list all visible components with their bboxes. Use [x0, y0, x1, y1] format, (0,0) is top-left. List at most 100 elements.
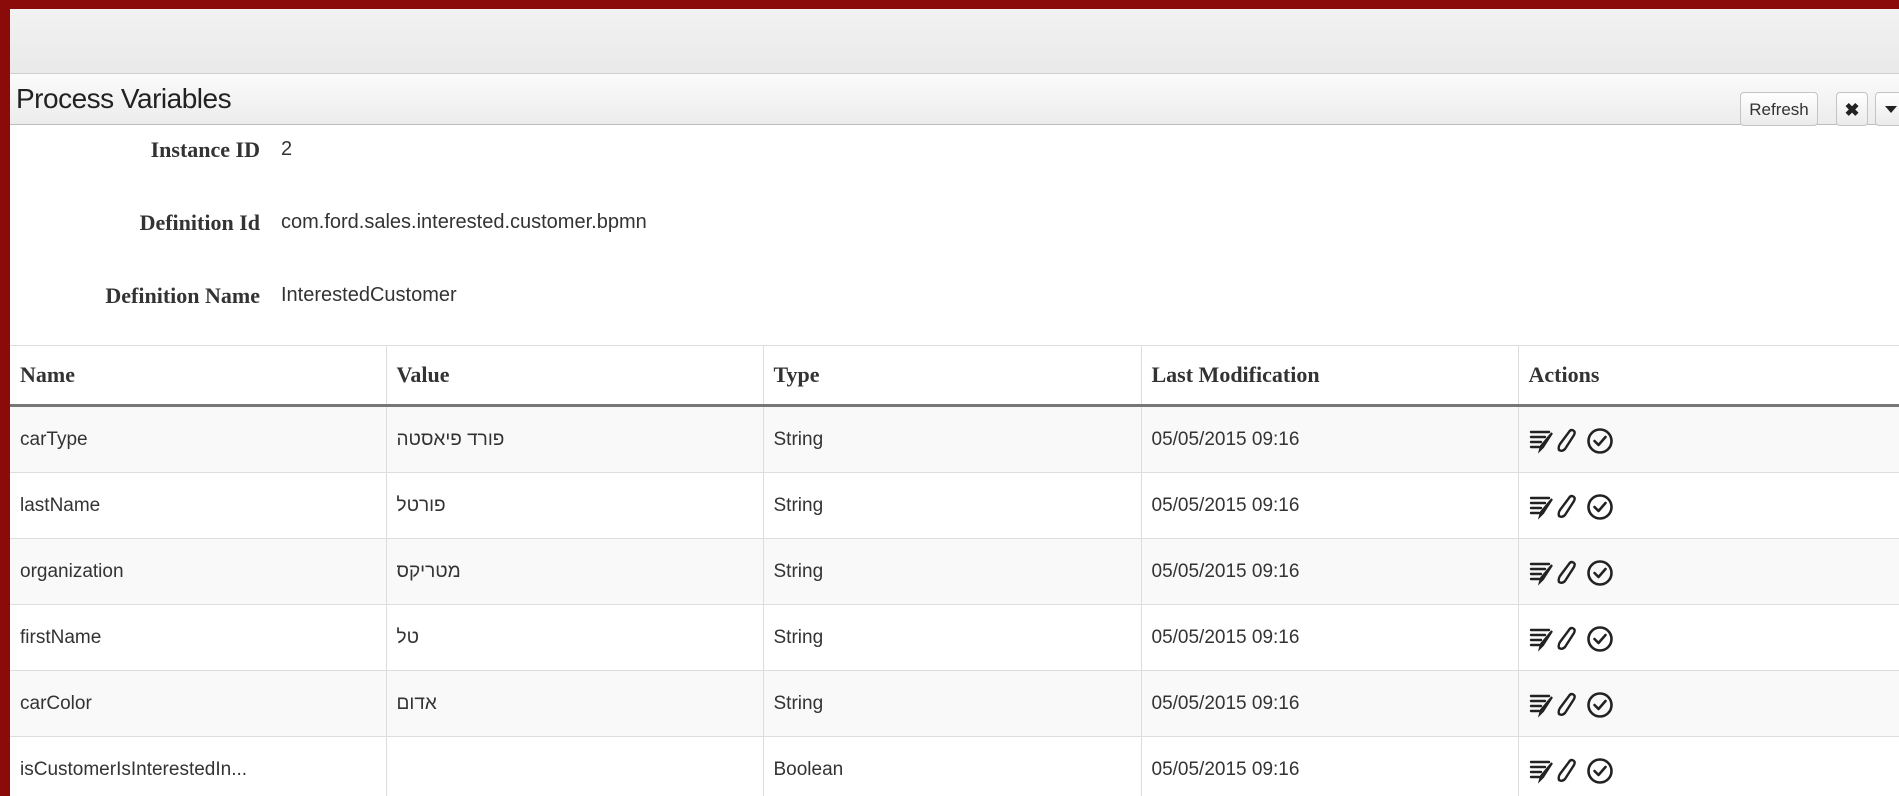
cell-type: String — [762, 405, 1141, 473]
cell-value-text: פורד פיאסטה — [396, 428, 505, 450]
cell-value: אדום — [385, 670, 763, 737]
refresh-button[interactable]: Refresh — [1740, 92, 1818, 126]
cell-name: lastName — [10, 472, 386, 539]
cell-value — [385, 736, 763, 796]
cell-name: organization — [10, 538, 386, 605]
check-circle-icon[interactable] — [1585, 425, 1613, 455]
cell-type-text: Boolean — [773, 758, 844, 780]
column-header-type[interactable]: Type — [762, 345, 1141, 407]
instance-id-row: Instance ID 2 — [10, 137, 810, 167]
cell-last-modification-text: 05/05/2015 09:16 — [1151, 560, 1300, 582]
cell-type: String — [762, 604, 1141, 671]
cell-actions — [1517, 405, 1899, 473]
definition-name-value: InterestedCustomer — [281, 284, 457, 306]
variables-table: Name Value Type Last Modification Action… — [10, 345, 1899, 796]
cell-last-modification-text: 05/05/2015 09:16 — [1151, 692, 1300, 714]
edit-icon[interactable] — [1556, 425, 1583, 455]
cell-type-text: String — [773, 428, 824, 450]
history-icon[interactable] — [1529, 689, 1555, 719]
check-circle-icon[interactable] — [1585, 557, 1613, 587]
cell-last-modification-text: 05/05/2015 09:16 — [1151, 626, 1300, 648]
cell-last-modification-text: 05/05/2015 09:16 — [1151, 494, 1300, 516]
edit-icon[interactable] — [1556, 689, 1583, 719]
panel-title: Process Variables — [16, 83, 232, 114]
cell-actions — [1517, 604, 1899, 671]
app-frame: Process Variables Refresh ✖ Instance ID … — [10, 9, 1899, 796]
cell-name: firstName — [10, 604, 386, 671]
cell-actions — [1517, 736, 1899, 796]
definition-id-label: Definition Id — [139, 210, 260, 235]
history-icon[interactable] — [1529, 557, 1555, 587]
cell-last-modification: 05/05/2015 09:16 — [1140, 538, 1518, 605]
table-row: carType פורד פיאסטה String 05/05/2015 09:16 — [10, 405, 1899, 473]
cell-value-text: אדום — [396, 692, 437, 714]
definition-name-label: Definition Name — [105, 283, 260, 308]
definition-id-value: com.ford.sales.interested.customer.bpmn — [281, 211, 647, 233]
cell-last-modification: 05/05/2015 09:16 — [1140, 472, 1518, 539]
history-icon[interactable] — [1529, 623, 1555, 653]
cell-value-text: פורטל — [396, 494, 446, 516]
cell-type-text: String — [773, 626, 824, 648]
cell-last-modification: 05/05/2015 09:16 — [1140, 736, 1518, 796]
check-circle-icon[interactable] — [1585, 491, 1613, 521]
cell-last-modification-text: 05/05/2015 09:16 — [1151, 428, 1300, 450]
column-header-actions: Actions — [1517, 345, 1899, 407]
cell-last-modification: 05/05/2015 09:16 — [1140, 604, 1518, 671]
table-header-row: Name Value Type Last Modification Action… — [10, 345, 1899, 407]
cell-actions — [1517, 670, 1899, 737]
cell-name-text: carColor — [20, 692, 92, 714]
cell-name-text: firstName — [20, 626, 102, 648]
cell-value: פורטל — [385, 472, 763, 539]
cell-type-text: String — [773, 560, 824, 582]
definition-name-row: Definition Name InterestedCustomer — [10, 283, 810, 313]
check-circle-icon[interactable] — [1585, 689, 1613, 719]
table-row: firstName טל String 05/05/2015 09:16 — [10, 604, 1899, 671]
instance-id-label: Instance ID — [150, 137, 260, 162]
top-toolbar — [10, 9, 1899, 74]
cell-value: טל — [385, 604, 763, 671]
edit-icon[interactable] — [1556, 557, 1583, 587]
cell-actions — [1517, 538, 1899, 605]
cell-name: carType — [10, 405, 386, 473]
cell-value-text: טל — [396, 626, 419, 648]
column-header-value[interactable]: Value — [385, 345, 763, 407]
cell-name-text: organization — [20, 560, 124, 582]
close-icon: ✖ — [1844, 100, 1860, 120]
column-header-last-modification[interactable]: Last Modification — [1140, 345, 1518, 407]
cell-type-text: String — [773, 692, 824, 714]
edit-icon[interactable] — [1556, 755, 1583, 785]
edit-icon[interactable] — [1556, 491, 1583, 521]
cell-type: Boolean — [762, 736, 1141, 796]
cell-actions — [1517, 472, 1899, 539]
cell-type: String — [762, 670, 1141, 737]
table-row: carColor אדום String 05/05/2015 09:16 — [10, 670, 1899, 737]
panel-menu-dropdown[interactable] — [1875, 92, 1899, 126]
caret-down-icon — [1885, 106, 1897, 113]
table-row: organization מטריקס String 05/05/2015 09:16 — [10, 538, 1899, 605]
cell-value: פורד פיאסטה — [385, 405, 763, 473]
panel-header: Process Variables Refresh ✖ — [10, 74, 1899, 126]
cell-name-text: lastName — [20, 494, 101, 516]
column-header-name[interactable]: Name — [10, 345, 386, 407]
check-circle-icon[interactable] — [1585, 755, 1613, 785]
cell-name-text: carType — [20, 428, 88, 450]
edit-icon[interactable] — [1556, 623, 1583, 653]
history-icon[interactable] — [1529, 425, 1555, 455]
cell-last-modification: 05/05/2015 09:16 — [1140, 670, 1518, 737]
check-circle-icon[interactable] — [1585, 623, 1613, 653]
cell-name: isCustomerIsInterestedIn... — [10, 736, 386, 796]
cell-name: carColor — [10, 670, 386, 737]
table-row: lastName פורטל String 05/05/2015 09:16 — [10, 472, 1899, 539]
history-icon[interactable] — [1529, 491, 1555, 521]
history-icon[interactable] — [1529, 755, 1555, 785]
cell-value: מטריקס — [385, 538, 763, 605]
definition-id-row: Definition Id com.ford.sales.interested.… — [10, 210, 810, 240]
close-button[interactable]: ✖ — [1836, 92, 1868, 126]
cell-last-modification-text: 05/05/2015 09:16 — [1151, 758, 1300, 780]
cell-value-text: מטריקס — [396, 560, 461, 582]
cell-last-modification: 05/05/2015 09:16 — [1140, 405, 1518, 473]
cell-type-text: String — [773, 494, 824, 516]
table-row: isCustomerIsInterestedIn... Boolean 05/05/… — [10, 736, 1899, 796]
cell-type: String — [762, 472, 1141, 539]
cell-type: String — [762, 538, 1141, 605]
